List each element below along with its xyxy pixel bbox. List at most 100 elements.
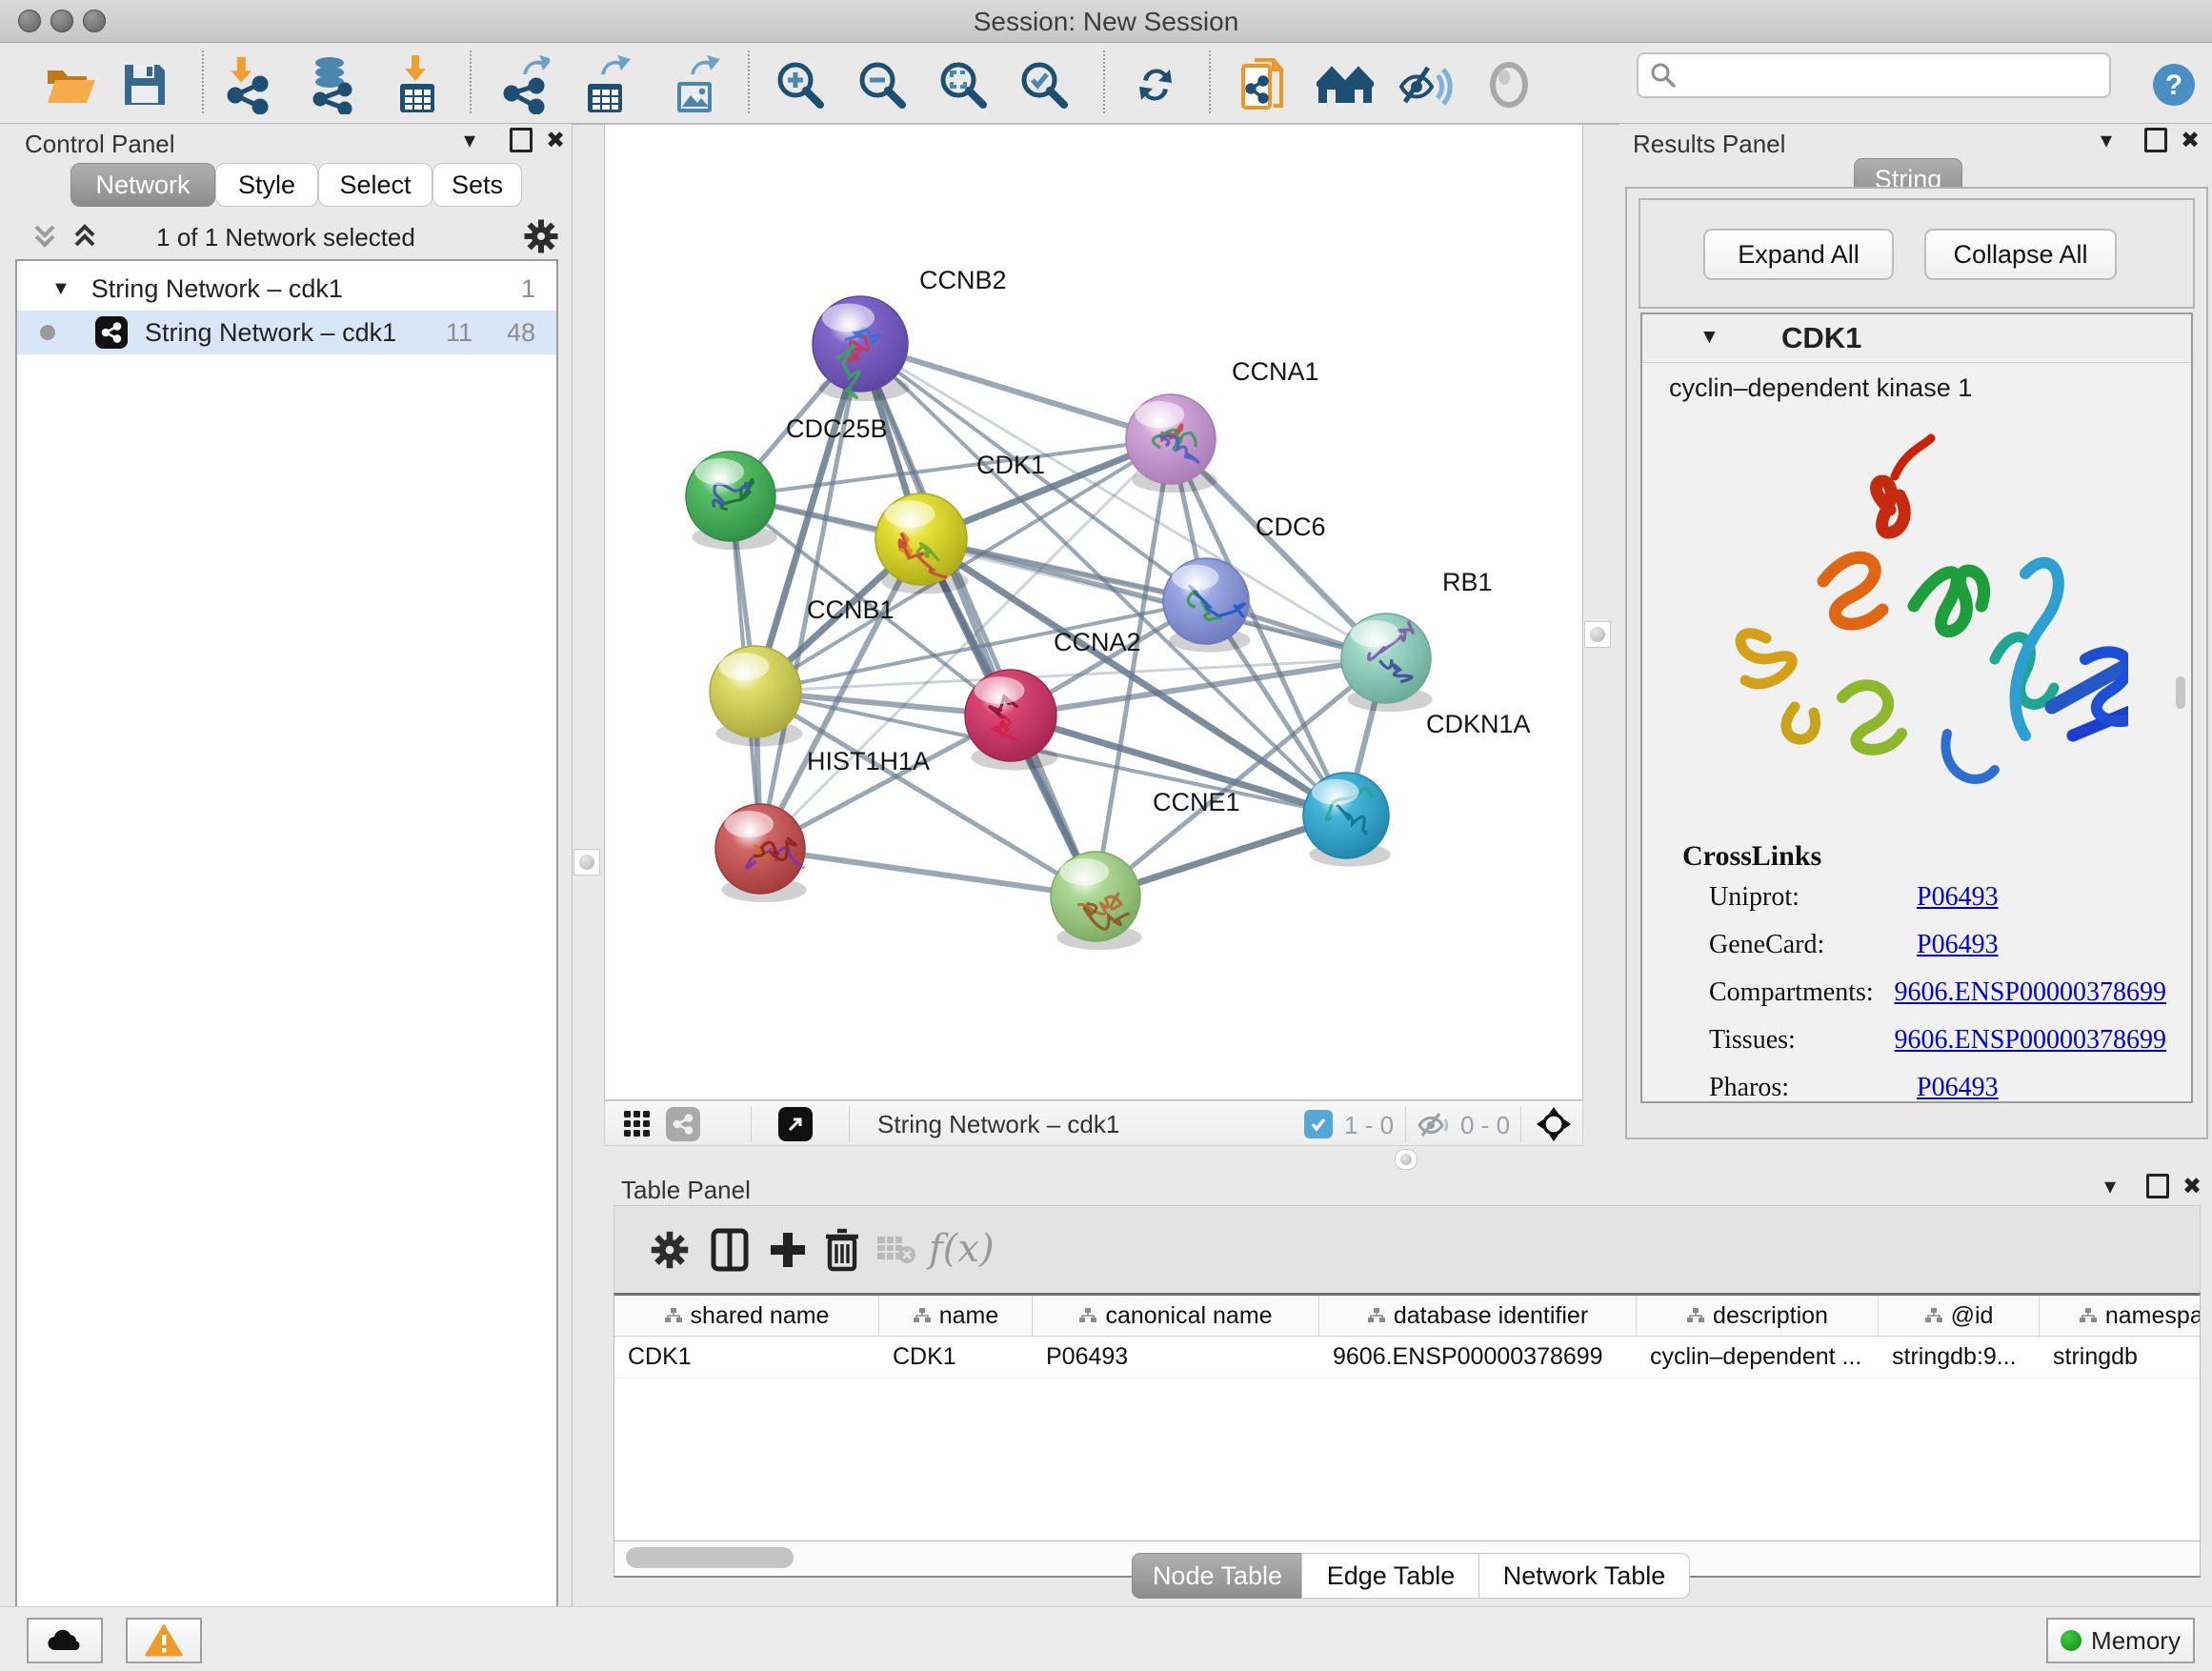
- column-header-namespace[interactable]: namespace: [2040, 1296, 2201, 1336]
- show-grid-button[interactable]: [622, 1109, 653, 1139]
- node-label: CDK1: [976, 451, 1045, 479]
- lens-icon: [1484, 60, 1534, 110]
- import-network-database-button[interactable]: [303, 56, 360, 113]
- table-delete-icon: [875, 1235, 917, 1267]
- left-splitter-handle[interactable]: [573, 849, 600, 876]
- result-card-header[interactable]: ▼ CDK1: [1642, 314, 2191, 363]
- refresh-button[interactable]: [1127, 56, 1184, 113]
- tab-sets[interactable]: Sets: [432, 163, 522, 207]
- control-panel-close-button[interactable]: ✖: [541, 128, 570, 152]
- network-node-cdkn1a[interactable]: CDKN1A: [1303, 710, 1531, 867]
- show-columns-button[interactable]: [708, 1227, 752, 1273]
- help-button[interactable]: ?: [2145, 56, 2202, 113]
- table-cell: stringdb: [2040, 1336, 2201, 1378]
- home-button[interactable]: [1317, 56, 1374, 113]
- tab-network[interactable]: Network: [70, 163, 215, 207]
- table-settings-gear-button[interactable]: [649, 1229, 691, 1271]
- table-panel-menu-button[interactable]: ▾: [2096, 1174, 2124, 1198]
- cloud-status-button[interactable]: [27, 1618, 103, 1663]
- crosslink-label: Pharos:: [1709, 1073, 1917, 1103]
- expand-all-button[interactable]: Expand All: [1703, 229, 1894, 280]
- node-label: CDC25B: [786, 414, 888, 443]
- right-splitter-handle[interactable]: [1584, 621, 1611, 648]
- control-panel-menu-button[interactable]: ▾: [455, 128, 484, 152]
- crosslink-value-link[interactable]: 9606.ENSP00000378699: [1895, 977, 2166, 1008]
- share-document-button[interactable]: [1235, 56, 1292, 113]
- zoom-fit-button[interactable]: [935, 56, 992, 113]
- table-hscrollbar-thumb[interactable]: [626, 1547, 794, 1568]
- export-image-button[interactable]: [667, 56, 724, 113]
- crosslink-value-link[interactable]: P06493: [1917, 1073, 1999, 1103]
- import-network-button[interactable]: [219, 56, 276, 113]
- network-graph: CCNB2CCNA1CDC25BCDK1CDC6RB1CCNB1CCNA2CDK…: [605, 125, 1582, 1099]
- hide-panel-button[interactable]: [1397, 56, 1454, 113]
- column-header-description[interactable]: description: [1637, 1296, 1879, 1336]
- export-network-button[interactable]: [495, 56, 553, 113]
- results-scrollbar-thumb[interactable]: [2176, 676, 2185, 709]
- network-options-gear-button[interactable]: [522, 217, 560, 255]
- zoom-out-button[interactable]: [854, 56, 911, 113]
- import-table-button[interactable]: [389, 56, 446, 113]
- detach-view-button[interactable]: [778, 1107, 813, 1141]
- save-session-button[interactable]: [116, 56, 173, 113]
- column-header--id[interactable]: @id: [1879, 1296, 2040, 1336]
- tree-expand-icon[interactable]: ▼: [51, 278, 70, 300]
- delete-column-button[interactable]: [822, 1227, 862, 1273]
- columns-icon: [708, 1227, 752, 1273]
- memory-button[interactable]: Memory: [2046, 1618, 2195, 1663]
- table-panel-close-button[interactable]: ✖: [2178, 1174, 2206, 1198]
- tab-network-table[interactable]: Network Table: [1478, 1553, 1690, 1599]
- crosshair-icon: [1535, 1105, 1573, 1143]
- control-panel-float-button[interactable]: [507, 128, 535, 152]
- collapse-entry-icon[interactable]: ▼: [1699, 326, 1719, 349]
- collapse-all-button[interactable]: Collapse All: [1924, 229, 2117, 280]
- network-view-type-icon[interactable]: [666, 1107, 700, 1141]
- results-panel-menu-button[interactable]: ▾: [2092, 128, 2121, 152]
- add-column-button[interactable]: [767, 1229, 809, 1271]
- node-label: CDKN1A: [1426, 710, 1531, 738]
- table-panel-float-button[interactable]: [2143, 1174, 2172, 1198]
- svg-text:?: ?: [2165, 70, 2182, 101]
- network-canvas[interactable]: CCNB2CCNA1CDC25BCDK1CDC6RB1CCNB1CCNA2CDK…: [604, 124, 1583, 1100]
- export-table-button[interactable]: [577, 56, 634, 113]
- horizontal-splitter-handle[interactable]: [1395, 1149, 1418, 1170]
- network-row-selected[interactable]: String Network – cdk1 11 48: [17, 311, 556, 354]
- eye-button[interactable]: [1480, 56, 1538, 113]
- open-session-button[interactable]: [42, 56, 99, 113]
- results-panel-float-button[interactable]: [2142, 128, 2170, 152]
- tab-edge-table[interactable]: Edge Table: [1301, 1553, 1480, 1599]
- database-import-icon: [305, 55, 358, 114]
- tab-node-table[interactable]: Node Table: [1132, 1553, 1303, 1599]
- table-cell: stringdb:9...: [1879, 1336, 2040, 1378]
- eye-slash-icon: [1398, 60, 1453, 110]
- column-header-shared-name[interactable]: shared name: [614, 1296, 879, 1336]
- network-node-ccna1[interactable]: CCNA1: [1126, 357, 1319, 493]
- zoom-selected-icon: [1018, 59, 1070, 111]
- fit-content-button[interactable]: [1535, 1105, 1573, 1143]
- search-field[interactable]: [1637, 52, 2111, 98]
- selected-nodes-checkbox[interactable]: [1304, 1110, 1333, 1138]
- network-node-hist1h1a[interactable]: HIST1H1A: [715, 747, 930, 902]
- column-header-canonical-name[interactable]: canonical name: [1033, 1296, 1319, 1336]
- column-header-database-identifier[interactable]: database identifier: [1319, 1296, 1637, 1336]
- crosslink-value-link[interactable]: 9606.ENSP00000378699: [1895, 1025, 2166, 1056]
- crosslink-value-link[interactable]: P06493: [1917, 882, 1999, 913]
- network-collection-row[interactable]: ▼ String Network – cdk1 1: [17, 267, 556, 311]
- tab-style[interactable]: Style: [215, 163, 318, 207]
- footer-separator: [1405, 1106, 1406, 1142]
- zoom-in-button[interactable]: [772, 56, 829, 113]
- network-node-rb1[interactable]: RB1: [1341, 568, 1493, 712]
- zoom-selected-button[interactable]: [1016, 56, 1073, 113]
- column-header-name[interactable]: name: [879, 1296, 1033, 1336]
- crosslink-value-link[interactable]: P06493: [1917, 930, 1999, 960]
- share-document-icon: [1237, 56, 1289, 113]
- table-row[interactable]: CDK1CDK1P064939606.ENSP00000378699cyclin…: [614, 1336, 2200, 1379]
- network-node-ccne1[interactable]: CCNE1: [1051, 788, 1240, 950]
- save-icon: [121, 61, 169, 109]
- tab-select[interactable]: Select: [318, 163, 432, 207]
- node-label: RB1: [1442, 568, 1493, 596]
- warnings-button[interactable]: [126, 1618, 202, 1663]
- status-bar: Memory: [0, 1606, 2212, 1671]
- network-node-cdc25b[interactable]: CDC25B: [686, 414, 888, 550]
- results-panel-close-button[interactable]: ✖: [2176, 128, 2204, 152]
